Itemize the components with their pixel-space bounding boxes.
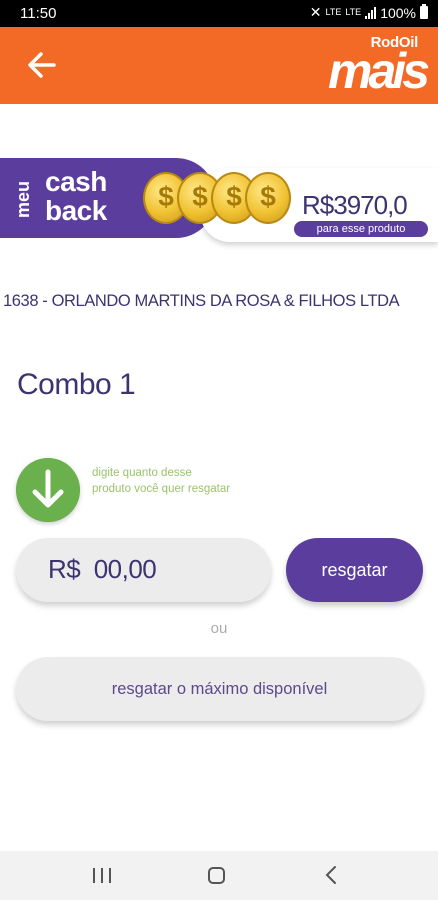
status-time: 11:50 <box>20 5 57 22</box>
recent-apps-icon[interactable] <box>93 868 113 883</box>
status-bar: 11:50 ✕ LTE LTE 100% <box>0 0 438 27</box>
cashback-cash-label: cash <box>45 166 107 197</box>
lte-indicator-a: LTE <box>325 7 342 17</box>
app-header: RodOil mais <box>0 27 438 104</box>
currency-prefix: R$ <box>48 554 81 584</box>
arrow-down-icon <box>16 458 80 522</box>
navigation-bar <box>0 851 438 900</box>
lte-indicator-b: LTE <box>345 7 362 17</box>
company-name: 1638 - ORLANDO MARTINS DA ROSA & FILHOS … <box>3 292 400 310</box>
cashback-back-label: back <box>45 195 107 226</box>
coin-icon: $ <box>245 172 291 224</box>
battery-percent: 100% <box>380 4 416 21</box>
cashback-amount: R$3970,0 <box>302 190 408 220</box>
or-separator: ou <box>210 620 228 637</box>
product-title: Combo 1 <box>17 368 136 401</box>
logo-mais: mais <box>328 43 430 99</box>
redeem-max-button[interactable]: resgatar o máximo disponível <box>16 657 423 721</box>
amount-value: 00,00 <box>93 554 157 584</box>
cashback-meu-label: meu <box>13 180 34 219</box>
redeem-button[interactable]: resgatar <box>286 538 423 602</box>
nav-back-icon[interactable] <box>324 865 338 885</box>
amount-input-value[interactable]: R$ 00,00 <box>48 554 157 585</box>
signal-icon <box>365 6 377 19</box>
cashback-caption: para esse produto <box>294 221 428 237</box>
battery-icon <box>420 4 428 19</box>
back-arrow-icon[interactable] <box>24 47 60 83</box>
status-icons: ✕ LTE LTE 100% <box>310 4 428 21</box>
mute-icon: ✕ <box>309 4 322 20</box>
instruction-text: digite quanto desse produto você quer re… <box>92 467 231 495</box>
home-icon[interactable] <box>208 867 225 884</box>
